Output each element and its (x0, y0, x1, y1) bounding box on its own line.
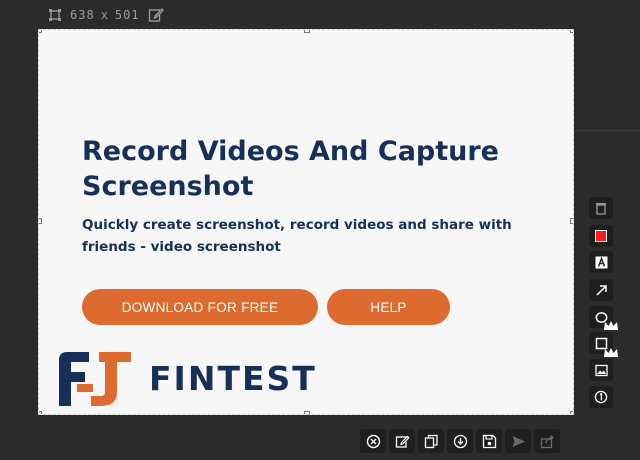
size-separator: x (100, 8, 109, 22)
share-button[interactable] (534, 429, 560, 453)
help-button[interactable]: HELP (327, 289, 450, 325)
download-for-free-button[interactable]: DOWNLOAD FOR FREE (82, 289, 318, 325)
download-icon (453, 434, 467, 448)
trash-tool[interactable] (589, 197, 613, 219)
crown-icon (604, 348, 618, 357)
save-button[interactable] (476, 429, 502, 453)
text-tool-icon (595, 256, 607, 268)
resize-handle-bottom-left[interactable] (39, 411, 42, 414)
copy-button[interactable] (418, 429, 444, 453)
fintest-logo-mark-icon (59, 352, 131, 406)
crop-icon[interactable] (48, 8, 62, 22)
arrow-tool[interactable] (589, 279, 613, 301)
edit-button[interactable] (389, 429, 415, 453)
capture-height: 501 (114, 8, 140, 22)
download-button[interactable] (447, 429, 473, 453)
copy-icon (424, 434, 438, 448)
logo-wordmark: FINTEST (149, 358, 317, 398)
trash-icon (596, 202, 606, 215)
resize-handle-right[interactable] (570, 218, 573, 224)
bottom-toolbar (360, 429, 560, 455)
capture-region[interactable]: Record Videos And Capture Screenshot Qui… (38, 29, 574, 415)
resize-handle-bottom[interactable] (304, 411, 310, 414)
text-tool[interactable] (589, 251, 613, 273)
arrow-tool-icon (595, 284, 607, 296)
capture-width: 638 (70, 8, 95, 22)
resize-handle-top-right[interactable] (570, 30, 573, 33)
color-picker-tool[interactable] (589, 225, 613, 247)
capture-size-readout: 638 x 501 (70, 8, 140, 22)
numbered-marker-icon (594, 390, 608, 404)
send-button[interactable] (505, 429, 531, 453)
image-tool[interactable] (589, 348, 618, 381)
share-icon (540, 434, 554, 448)
close-button[interactable] (360, 429, 386, 453)
fintest-logo: FINTEST (55, 348, 317, 408)
resize-handle-bottom-right[interactable] (570, 411, 573, 414)
resize-handle-top[interactable] (304, 30, 310, 33)
edit-icon (395, 435, 410, 448)
send-icon (512, 435, 525, 447)
close-icon (366, 434, 380, 448)
resize-handle-left[interactable] (39, 218, 42, 224)
image-tool-icon (594, 364, 608, 376)
color-swatch-red (595, 230, 607, 242)
edit-icon[interactable] (148, 7, 164, 23)
numbered-marker-tool[interactable] (589, 386, 613, 408)
save-icon (482, 434, 496, 448)
hero-subline: Quickly create screenshot, record videos… (82, 217, 512, 255)
top-toolbar: 638 x 501 (48, 6, 164, 24)
resize-handle-top-left[interactable] (39, 30, 42, 33)
crown-icon (604, 321, 618, 330)
hero-headline: Record Videos And Capture Screenshot (82, 136, 499, 202)
